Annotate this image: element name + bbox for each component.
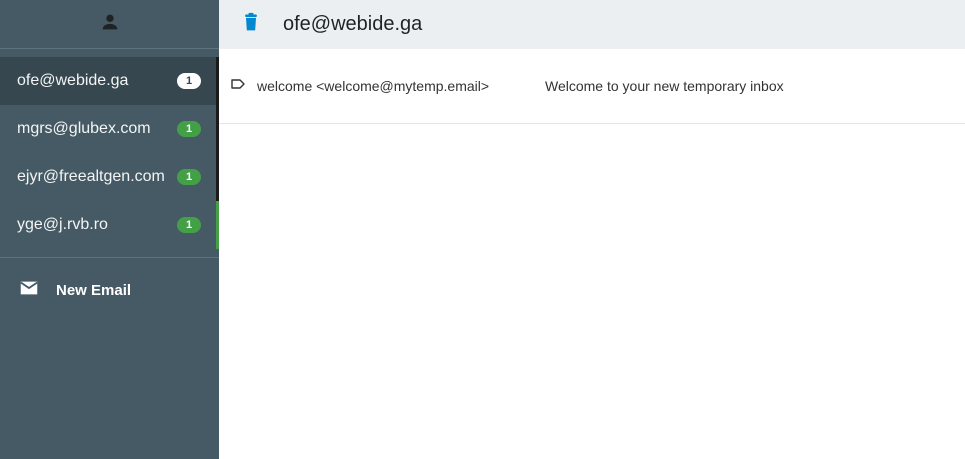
account-address: ejyr@freealtgen.com — [17, 168, 165, 185]
unread-badge: 1 — [177, 73, 201, 89]
unread-badge: 1 — [177, 121, 201, 137]
account-address: ofe@webide.ga — [17, 72, 129, 89]
person-icon[interactable] — [99, 11, 121, 38]
account-item-yge[interactable]: yge@j.rvb.ro 1 — [0, 201, 219, 249]
message-row[interactable]: welcome <welcome@mytemp.email> Welcome t… — [219, 49, 965, 124]
new-email-label: New Email — [56, 281, 132, 299]
message-subject: Welcome to your new temporary inbox — [545, 78, 784, 94]
sidebar-header — [0, 0, 219, 49]
inbox-title: ofe@webide.ga — [283, 13, 423, 35]
account-item-mgrs[interactable]: mgrs@glubex.com 1 — [0, 105, 219, 153]
mail-icon — [18, 277, 56, 304]
topbar: ofe@webide.ga — [219, 0, 965, 49]
message-list: welcome <welcome@mytemp.email> Welcome t… — [219, 49, 965, 124]
account-address: mgrs@glubex.com — [17, 120, 151, 137]
label-icon — [230, 76, 257, 97]
unread-badge: 1 — [177, 169, 201, 185]
new-email-button[interactable]: New Email — [0, 266, 219, 314]
account-item-ejyr[interactable]: ejyr@freealtgen.com 1 — [0, 153, 219, 201]
account-list: ofe@webide.ga 1 mgrs@glubex.com 1 ejyr@f… — [0, 49, 219, 258]
trash-icon — [241, 12, 261, 37]
account-address: yge@j.rvb.ro — [17, 216, 108, 233]
account-item-ofe[interactable]: ofe@webide.ga 1 — [0, 57, 219, 105]
scrollbar-indicator — [216, 201, 219, 249]
sidebar: ofe@webide.ga 1 mgrs@glubex.com 1 ejyr@f… — [0, 0, 219, 459]
unread-badge: 1 — [177, 217, 201, 233]
message-sender: welcome <welcome@mytemp.email> — [257, 78, 490, 94]
delete-inbox-button[interactable] — [219, 0, 283, 49]
